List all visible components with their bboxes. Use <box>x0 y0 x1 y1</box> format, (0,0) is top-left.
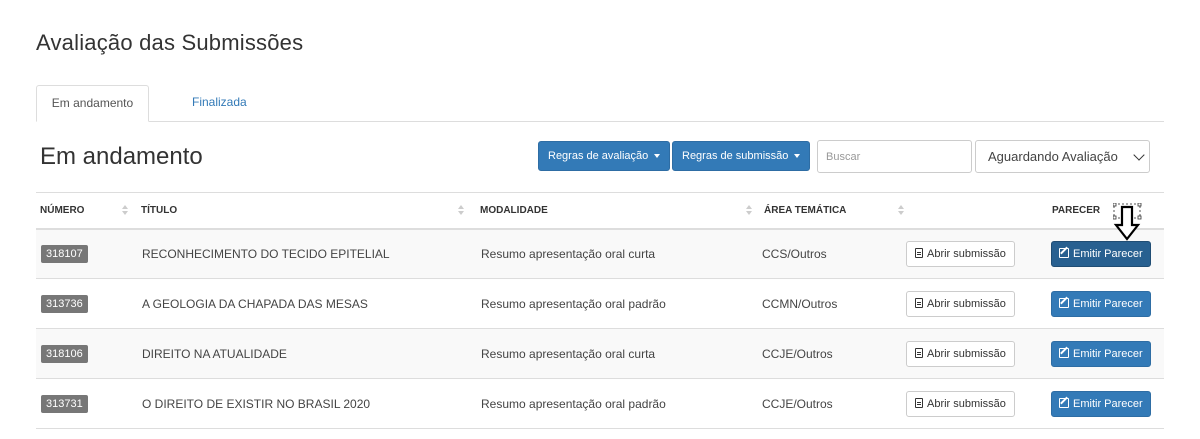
submission-modality: Resumo apresentação oral curta <box>481 346 656 361</box>
sort-icon <box>746 205 752 217</box>
emit-opinion-button[interactable]: Emitir Parecer <box>1051 390 1151 417</box>
sort-icon <box>458 205 464 217</box>
caret-down-icon <box>654 154 661 159</box>
header-numero[interactable]: NÚMERO <box>36 193 132 229</box>
submission-number-badge: 318106 <box>41 344 88 363</box>
submission-title: A GEOLOGIA DA CHAPADA DAS MESAS <box>142 296 368 311</box>
status-select[interactable]: Aguardando Avaliação <box>975 140 1150 173</box>
table-row: 318106 DIREITO NA ATUALIDADE Resumo apre… <box>36 328 1164 379</box>
submission-title: RECONHECIMENTO DO TECIDO EPITELIAL <box>142 246 390 261</box>
toolbar: Regras de avaliação Regras de submissão … <box>0 140 1200 176</box>
open-submission-button[interactable]: Abrir submissão <box>906 290 1015 317</box>
submission-number-badge: 318107 <box>41 244 88 263</box>
table-header-row: NÚMERO TÍTULO MODALIDADE ÁREA TEMÁTICA P… <box>36 192 1164 229</box>
file-text-icon <box>915 397 923 408</box>
submission-modality: Resumo apresentação oral padrão <box>481 296 666 311</box>
sort-icon <box>898 205 904 217</box>
table-row: 313736 A GEOLOGIA DA CHAPADA DAS MESAS R… <box>36 279 1164 329</box>
edit-icon <box>1059 397 1069 408</box>
tab-bar: Em andamento Finalizada <box>36 85 1164 122</box>
header-parecer[interactable]: PARECER <box>1040 193 1164 229</box>
sort-icon <box>122 205 128 217</box>
file-text-icon <box>915 347 923 358</box>
header-area[interactable]: ÁREA TEMÁTICA <box>756 193 906 229</box>
submission-modality: Resumo apresentação oral padrão <box>481 396 666 411</box>
open-submission-button[interactable]: Abrir submissão <box>906 390 1015 417</box>
submission-number-badge: 313731 <box>41 394 88 413</box>
open-submission-button[interactable]: Abrir submissão <box>906 240 1015 267</box>
edit-icon <box>1059 247 1069 258</box>
emit-opinion-button[interactable]: Emitir Parecer <box>1051 240 1151 267</box>
submission-modality: Resumo apresentação oral curta <box>481 246 656 261</box>
submission-title: DIREITO NA ATUALIDADE <box>142 346 287 361</box>
submission-title: O DIREITO DE EXISTIR NO BRASIL 2020 <box>142 396 371 411</box>
table-row: 318107 RECONHECIMENTO DO TECIDO EPITELIA… <box>36 228 1164 279</box>
rules-submission-label: Regras de submissão <box>682 150 789 162</box>
submissions-table: NÚMERO TÍTULO MODALIDADE ÁREA TEMÁTICA P… <box>36 192 1164 429</box>
emit-opinion-button[interactable]: Emitir Parecer <box>1051 340 1151 367</box>
submission-number-badge: 313736 <box>41 294 88 313</box>
chevron-down-icon <box>1133 149 1145 161</box>
submission-area: CCMN/Outros <box>762 296 838 311</box>
status-select-value: Aguardando Avaliação <box>988 149 1118 164</box>
submission-area: CCJE/Outros <box>762 396 833 411</box>
edit-icon <box>1059 297 1069 308</box>
header-modalidade[interactable]: MODALIDADE <box>472 193 756 229</box>
search-input[interactable] <box>817 140 972 173</box>
rules-evaluation-label: Regras de avaliação <box>548 150 649 162</box>
edit-icon <box>1059 347 1069 358</box>
tab-em-andamento[interactable]: Em andamento <box>36 85 149 122</box>
header-titulo[interactable]: TÍTULO <box>132 193 472 229</box>
caret-down-icon <box>794 154 801 159</box>
file-text-icon <box>915 297 923 308</box>
submission-area: CCS/Outros <box>762 246 827 261</box>
emit-opinion-button[interactable]: Emitir Parecer <box>1051 290 1151 317</box>
page-title: Avaliação das Submissões <box>36 30 304 55</box>
submission-area: CCJE/Outros <box>762 346 833 361</box>
rules-submission-dropdown[interactable]: Regras de submissão <box>672 141 811 171</box>
header-actions <box>906 193 1040 229</box>
table-row: 313731 O DIREITO DE EXISTIR NO BRASIL 20… <box>36 379 1164 429</box>
tab-finalizada[interactable]: Finalizada <box>182 85 259 122</box>
file-text-icon <box>915 247 923 258</box>
open-submission-button[interactable]: Abrir submissão <box>906 340 1015 367</box>
arrow-down-cursor-icon <box>1113 203 1142 241</box>
rules-evaluation-dropdown[interactable]: Regras de avaliação <box>538 141 671 171</box>
